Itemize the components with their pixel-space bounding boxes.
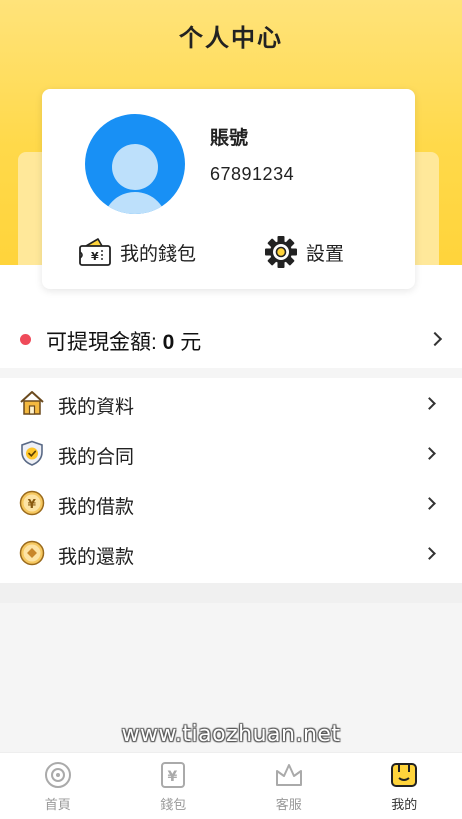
menu-item-label: 我的還款 (58, 547, 135, 568)
menu-item-my-repayments[interactable]: 我的還款 (0, 529, 462, 579)
tab-label: 錢包 (160, 797, 187, 812)
tab-mine[interactable]: 我的 (347, 753, 462, 819)
tab-label: 客服 (275, 797, 302, 812)
menu-item-my-contract[interactable]: 我的合同 (0, 429, 462, 479)
withdrawable-amount-row[interactable]: 可提現金額: 0 元 (0, 310, 462, 368)
wallet-icon: ¥ (79, 238, 111, 266)
shield-check-icon (21, 440, 43, 466)
page-title: 个人中心 (179, 25, 283, 52)
chevron-right-icon (423, 447, 436, 460)
yen-coin-icon: ¥ (19, 490, 45, 516)
chevron-right-icon (423, 547, 436, 560)
profile-card: 賬號 67891234 ¥ 我的錢包 設置 (42, 89, 415, 289)
gear-icon (265, 236, 297, 268)
chevron-right-icon (423, 397, 436, 410)
section-divider (0, 583, 462, 603)
menu-item-label: 我的資料 (58, 397, 135, 418)
house-icon (20, 391, 44, 415)
chevron-right-icon (423, 497, 436, 510)
avatar-body (103, 192, 167, 214)
profile-icon (389, 760, 419, 790)
status-dot (20, 334, 31, 345)
crown-icon (274, 760, 304, 790)
my-wallet-button[interactable]: ¥ 我的錢包 (78, 234, 196, 270)
withdrawable-label: 可提現金額: (46, 331, 163, 354)
withdrawable-value: 0 (162, 331, 175, 354)
watermark-text: www.tiaozhuan.net (121, 722, 341, 747)
menu-item-label: 我的借款 (58, 497, 135, 518)
svg-text:¥: ¥ (168, 769, 178, 785)
tab-customer-service[interactable]: 客服 (231, 753, 347, 819)
menu-item-my-loans[interactable]: ¥ 我的借款 (0, 479, 462, 529)
svg-text:¥: ¥ (28, 497, 37, 511)
wallet-yen-icon: ¥ (158, 760, 188, 790)
tab-label: 首頁 (44, 797, 71, 812)
coin-icon (19, 540, 45, 566)
menu-item-label: 我的合同 (58, 447, 135, 468)
bottom-tab-bar: 首頁 ¥ 錢包 客服 我的 (0, 752, 462, 819)
avatar[interactable] (85, 114, 185, 214)
tab-wallet[interactable]: ¥ 錢包 (116, 753, 232, 819)
withdrawable-amount: 可提現金額: 0 元 (46, 326, 201, 356)
svg-text:¥: ¥ (91, 250, 99, 263)
settings-button[interactable]: 設置 (264, 234, 344, 270)
my-wallet-label: 我的錢包 (120, 243, 197, 265)
account-label: 賬號 (210, 128, 249, 149)
chevron-right-icon (427, 331, 443, 347)
avatar-head (112, 144, 158, 190)
section-divider (0, 368, 462, 378)
settings-label: 設置 (306, 243, 345, 265)
account-number: 67891234 (210, 164, 295, 184)
tab-label: 我的 (391, 797, 418, 812)
tab-home[interactable]: 首頁 (0, 753, 116, 819)
home-circle-icon (43, 760, 73, 790)
menu-item-my-info[interactable]: 我的資料 (0, 379, 462, 429)
withdrawable-unit: 元 (174, 331, 202, 354)
